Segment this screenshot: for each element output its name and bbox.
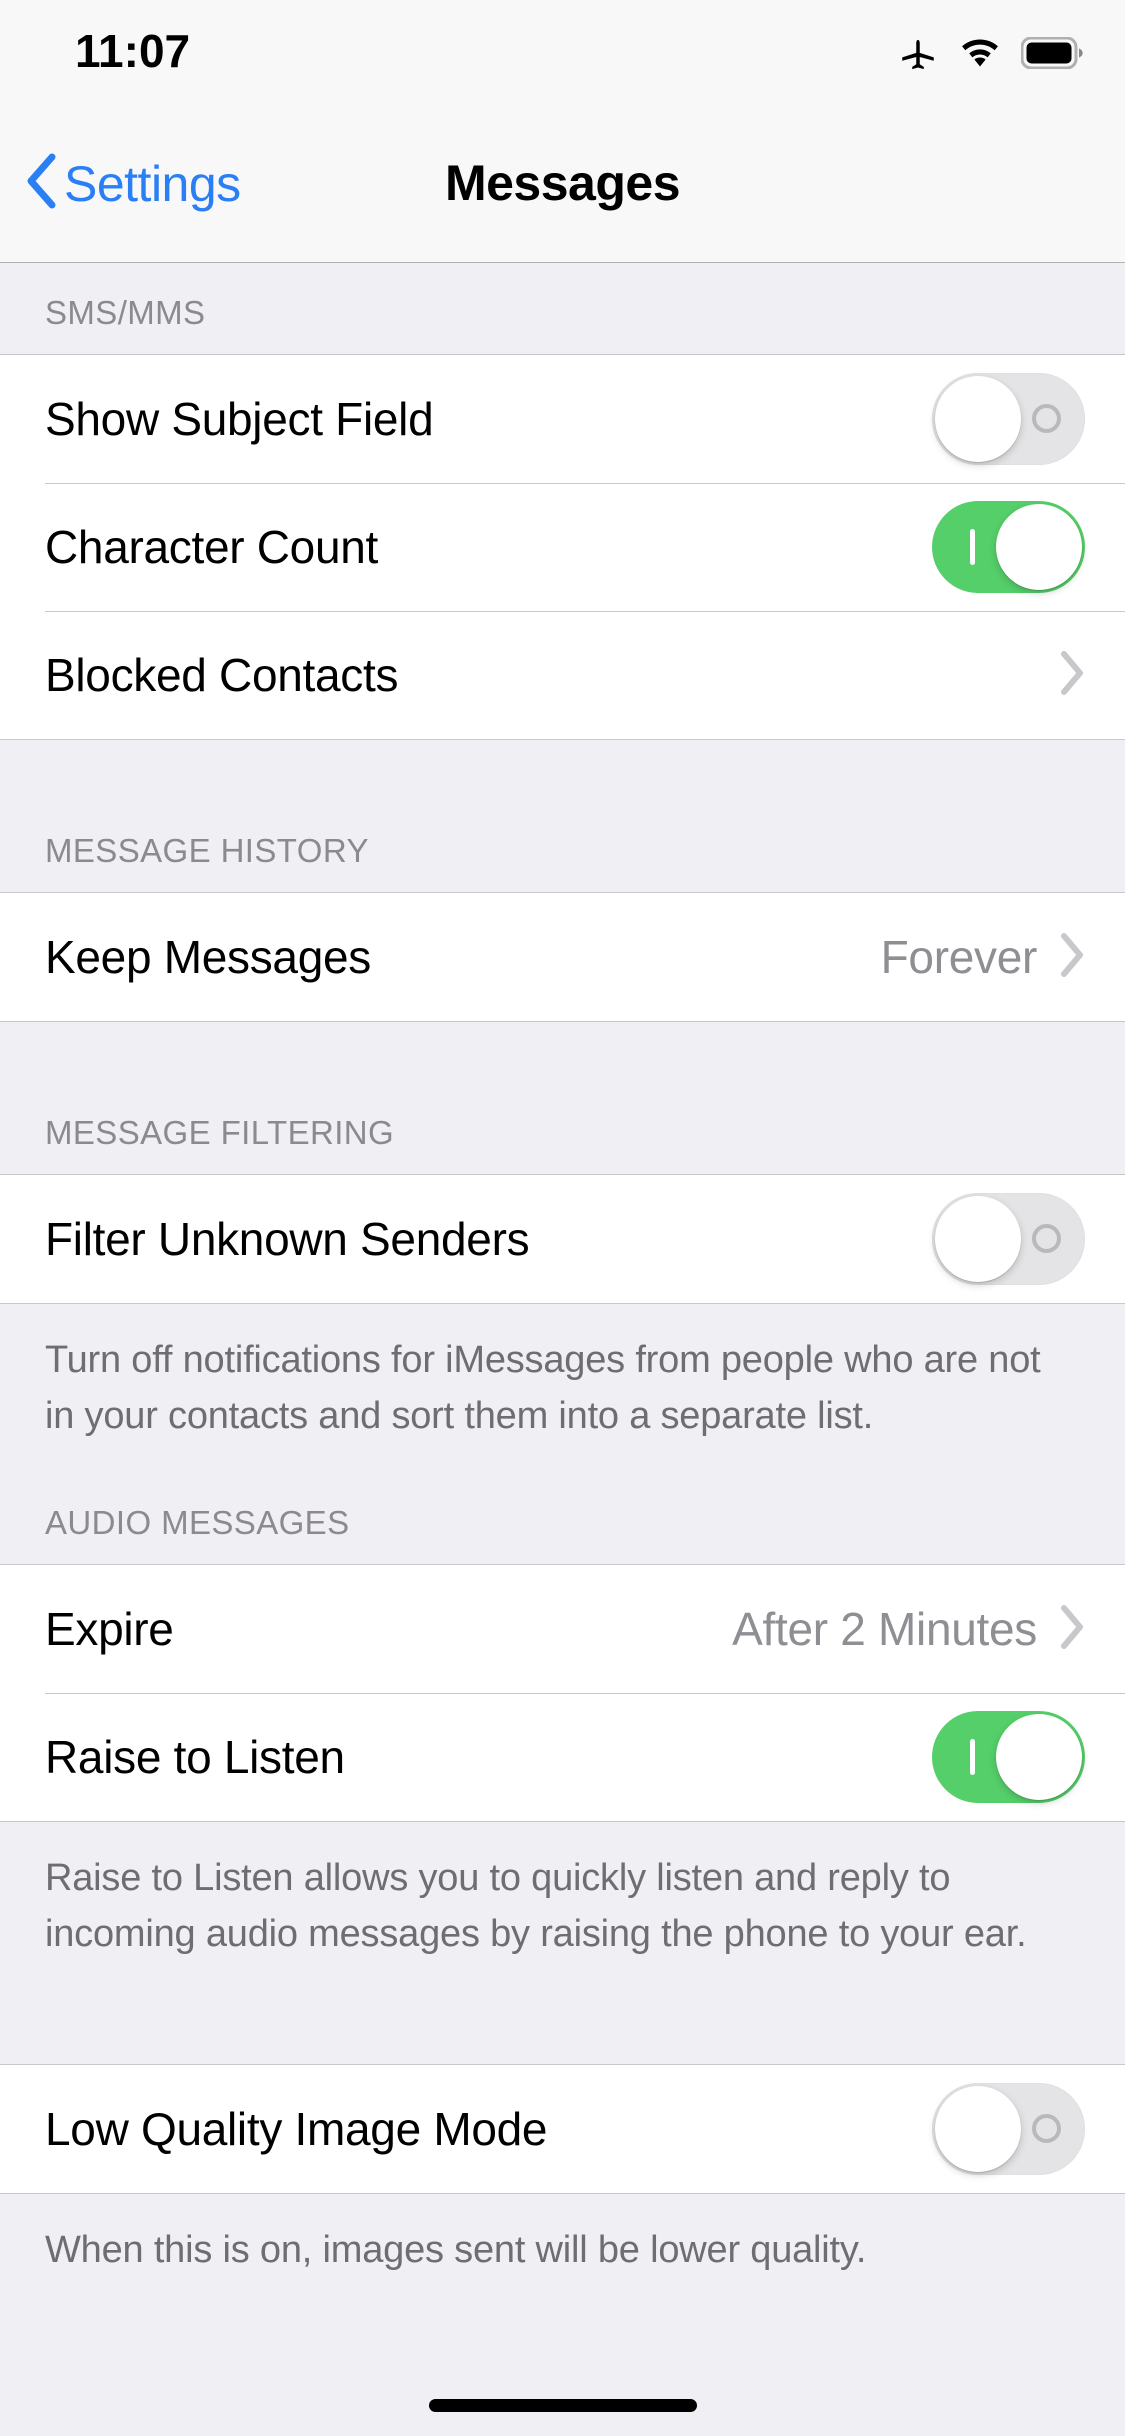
row-character-count[interactable]: Character Count [0,483,1125,611]
iphone-screen: 11:07 Settings Messages SMS/MMS Show Sub… [0,0,1125,2436]
chevron-right-icon [1059,932,1085,983]
row-filter-unknown-senders[interactable]: Filter Unknown Senders [0,1175,1125,1303]
footnote-audio-messages: Raise to Listen allows you to quickly li… [0,1822,1125,2064]
switch-off-glyph [1032,2114,1061,2143]
row-label: Expire [45,1603,174,1655]
toggle-show-subject-field[interactable] [932,373,1085,465]
chevron-right-icon [1059,650,1085,701]
row-low-quality-image-mode[interactable]: Low Quality Image Mode [0,2065,1125,2193]
row-value: Forever [880,931,1038,983]
toggle-character-count[interactable] [932,501,1085,593]
switch-off-glyph [1032,1224,1061,1253]
row-label: Character Count [45,521,378,573]
settings-list[interactable]: SMS/MMS Show Subject Field Character Cou… [0,264,1125,2314]
row-value: After 2 Minutes [732,1603,1037,1655]
row-label: Filter Unknown Senders [45,1213,530,1265]
status-bar-time: 11:07 [75,25,191,77]
wifi-icon [958,36,1002,70]
section-message-filtering: Filter Unknown Senders [0,1174,1125,1304]
switch-knob [935,376,1021,462]
switch-off-glyph [1032,404,1061,433]
battery-icon [1021,37,1083,69]
airplane-mode-icon [897,32,939,74]
row-expire[interactable]: Expire After 2 Minutes [0,1565,1125,1693]
switch-on-glyph [970,1739,975,1775]
footnote-message-filtering: Turn off notifications for iMessages fro… [0,1304,1125,1474]
page-title: Messages [444,155,681,211]
row-show-subject-field[interactable]: Show Subject Field [0,355,1125,483]
row-label: Show Subject Field [45,393,434,445]
row-blocked-contacts[interactable]: Blocked Contacts [0,611,1125,739]
row-keep-messages[interactable]: Keep Messages Forever [0,893,1125,1021]
section-audio-messages: Expire After 2 Minutes Raise to Listen [0,1564,1125,1822]
row-label: Raise to Listen [45,1731,345,1783]
section-header-audio-messages: AUDIO MESSAGES [0,1474,1125,1564]
status-bar-icons [897,32,1083,74]
navigation-bar: Settings Messages [0,96,1125,263]
section-message-history: Keep Messages Forever [0,892,1125,1022]
section-low-quality-image-mode: Low Quality Image Mode [0,2064,1125,2194]
section-header-message-filtering: MESSAGE FILTERING [0,1022,1125,1174]
switch-knob [935,1196,1021,1282]
row-label: Low Quality Image Mode [45,2103,548,2155]
home-indicator[interactable] [428,2399,697,2412]
status-bar: 11:07 [0,0,1125,96]
chevron-right-icon [1059,1604,1085,1655]
switch-knob [996,1714,1082,1800]
toggle-low-quality-image-mode[interactable] [932,2083,1085,2175]
row-label: Blocked Contacts [45,649,399,701]
toggle-raise-to-listen[interactable] [932,1711,1085,1803]
row-raise-to-listen[interactable]: Raise to Listen [0,1693,1125,1821]
row-label: Keep Messages [45,931,371,983]
section-header-sms-mms: SMS/MMS [0,264,1125,354]
section-header-message-history: MESSAGE HISTORY [0,740,1125,892]
footnote-low-quality-image-mode: When this is on, images sent will be low… [0,2194,1125,2314]
switch-knob [996,504,1082,590]
section-sms-mms: Show Subject Field Character Count Block… [0,354,1125,740]
switch-knob [935,2086,1021,2172]
switch-on-glyph [970,529,975,565]
toggle-filter-unknown-senders[interactable] [932,1193,1085,1285]
